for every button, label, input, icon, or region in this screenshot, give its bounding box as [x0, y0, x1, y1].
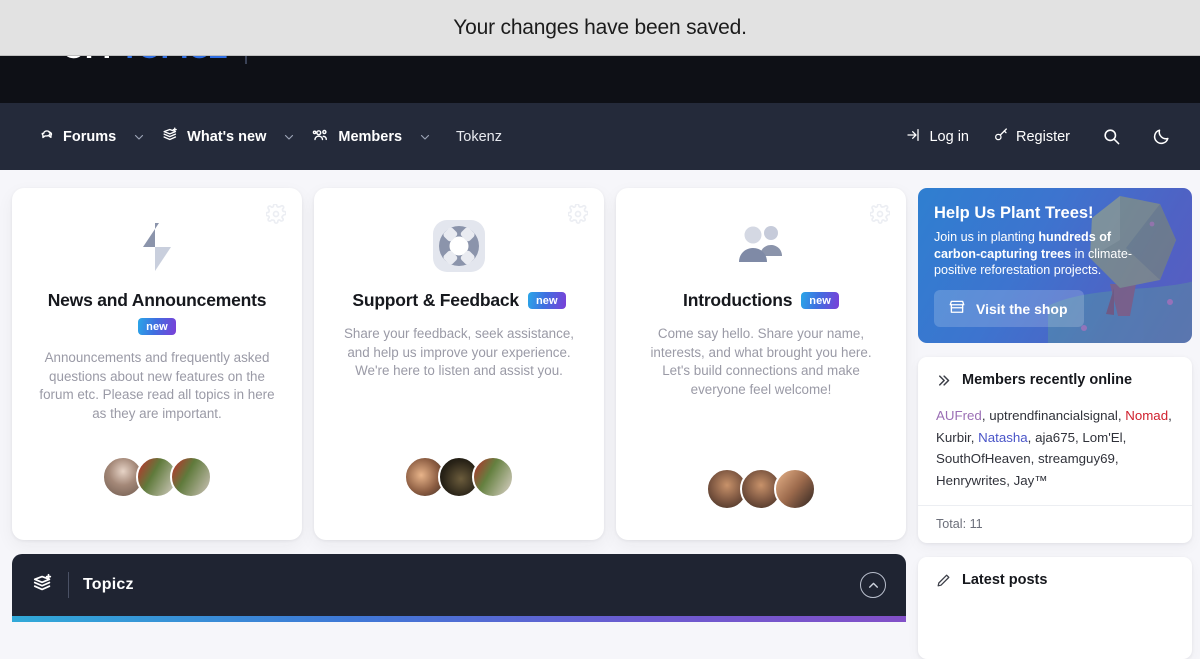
nav-caret-whats-new[interactable] [278, 131, 300, 143]
page-body: News and Announcements new Announcements… [0, 170, 1200, 659]
main-navbar: Forums What's new Members Tokenz Log in … [0, 103, 1200, 170]
promo-text-before: Join us in planting [934, 230, 1039, 244]
members-total: Total: 11 [918, 505, 1192, 543]
nav-label-tokenz: Tokenz [456, 128, 502, 145]
topicz-divider [68, 572, 69, 598]
card-title-row: News and Announcements new [47, 290, 267, 335]
nav-item-forums[interactable]: Forums [28, 118, 126, 155]
member-link[interactable]: Kurbir [936, 430, 971, 445]
card-title: Support & Feedback [352, 290, 519, 310]
card-description: Come say hello. Share your name, interes… [650, 326, 872, 397]
member-link[interactable]: Lom'El [1082, 430, 1122, 445]
forum-card-news[interactable]: News and Announcements new Announcements… [12, 188, 302, 540]
forum-node-cards: News and Announcements new Announcements… [12, 188, 906, 540]
member-link[interactable]: Henrywrites [936, 473, 1006, 488]
new-badge: new [801, 292, 839, 309]
topicz-section-header[interactable]: Topicz [12, 554, 906, 616]
nav-caret-members[interactable] [414, 131, 436, 143]
new-badge: new [138, 318, 176, 335]
register-label: Register [1016, 128, 1070, 145]
saved-notice-bar: Your changes have been saved. [0, 0, 1200, 56]
double-chevron-right-icon [936, 373, 951, 388]
nav-caret-forums[interactable] [128, 131, 150, 143]
promo-text: Join us in planting hundreds of carbon-c… [934, 229, 1159, 279]
panel-header: Latest posts [918, 557, 1192, 599]
member-link[interactable]: AUFred [936, 408, 982, 423]
card-description: Announcements and frequently asked quest… [39, 350, 275, 421]
panel-title: Latest posts [962, 572, 1048, 589]
forum-card-support[interactable]: Support & Feedback new Share your feedba… [314, 188, 604, 540]
card-title: Introductions [683, 290, 793, 310]
member-link[interactable]: SouthOfHeaven [936, 451, 1031, 466]
login-icon [906, 127, 922, 147]
card-title-row: Support & Feedback new [352, 290, 566, 311]
content-wrapper: News and Announcements new Announcements… [0, 188, 1200, 659]
member-link[interactable]: uptrendfinancialsignal [989, 408, 1118, 423]
visit-shop-button[interactable]: Visit the shop [934, 290, 1084, 328]
avatar[interactable] [774, 468, 816, 510]
saved-notice-text: Your changes have been saved. [453, 15, 747, 39]
nav-label-members: Members [338, 128, 403, 145]
panel-body: AUFred, uptrendfinancialsignal, Nomad, K… [918, 399, 1192, 505]
lightning-bolt-icon [134, 210, 180, 282]
main-column: News and Announcements new Announcements… [6, 188, 906, 622]
card-title-row: Introductions new [683, 290, 839, 311]
members-icon [312, 126, 330, 148]
card-avatar-stack [12, 456, 302, 498]
register-button[interactable]: Register [983, 119, 1080, 155]
gear-icon[interactable] [568, 204, 588, 224]
card-avatar-stack [616, 468, 906, 510]
gear-icon[interactable] [266, 204, 286, 224]
pencil-icon [936, 573, 951, 588]
forum-card-introductions[interactable]: Introductions new Come say hello. Share … [616, 188, 906, 540]
login-button[interactable]: Log in [896, 119, 979, 155]
panel-title: Members recently online [962, 372, 1133, 388]
sidebar-column: Help Us Plant Trees! Join us in planting… [918, 188, 1194, 659]
nav-item-members[interactable]: Members [302, 118, 412, 156]
latest-posts-panel: Latest posts [918, 557, 1192, 659]
login-label: Log in [929, 128, 969, 145]
navbar-right-group: Log in Register [896, 118, 1200, 156]
panel-header: Members recently online [918, 357, 1192, 399]
nav-item-tokenz[interactable]: Tokenz [438, 121, 512, 153]
card-avatar-stack [314, 456, 604, 498]
member-link[interactable]: aja675 [1035, 430, 1075, 445]
nav-label-forums: Forums [63, 128, 117, 145]
promo-title: Help Us Plant Trees! [934, 204, 1094, 222]
avatar[interactable] [472, 456, 514, 498]
card-title: News and Announcements [47, 290, 267, 310]
topicz-stack-icon [32, 572, 54, 599]
site-header: OFFTOPICZ [0, 54, 1200, 103]
navbar-left-group: Forums What's new Members Tokenz [0, 118, 512, 156]
new-badge: new [527, 292, 566, 309]
members-recently-online-panel: Members recently online AUFred, uptrendf… [918, 357, 1192, 544]
shop-icon [948, 298, 966, 319]
topicz-brand: Topicz [32, 572, 134, 599]
search-icon[interactable] [1092, 118, 1130, 156]
member-list: AUFred, uptrendfinancialsignal, Nomad, K… [936, 408, 1172, 488]
member-link[interactable]: Jay™ [1014, 473, 1048, 488]
chevron-up-icon[interactable] [860, 572, 886, 598]
member-link[interactable]: Natasha [978, 430, 1028, 445]
panel-body [918, 599, 1192, 659]
key-icon [993, 127, 1009, 147]
moon-icon[interactable] [1142, 118, 1180, 156]
member-link[interactable]: Nomad [1125, 408, 1168, 423]
topicz-title: Topicz [83, 576, 134, 593]
lifebuoy-icon [431, 210, 487, 282]
whats-new-icon [162, 126, 179, 147]
plant-trees-promo[interactable]: Help Us Plant Trees! Join us in planting… [918, 188, 1192, 343]
nav-item-whats-new[interactable]: What's new [152, 118, 276, 155]
forums-icon [38, 126, 55, 147]
avatar[interactable] [170, 456, 212, 498]
visit-shop-label: Visit the shop [976, 300, 1068, 317]
member-link[interactable]: streamguy69 [1038, 451, 1115, 466]
card-description: Share your feedback, seek assistance, an… [343, 326, 574, 378]
topicz-gradient-bar [12, 616, 906, 622]
nav-label-whats-new: What's new [187, 128, 267, 145]
people-icon [733, 210, 789, 282]
gear-icon[interactable] [870, 204, 890, 224]
